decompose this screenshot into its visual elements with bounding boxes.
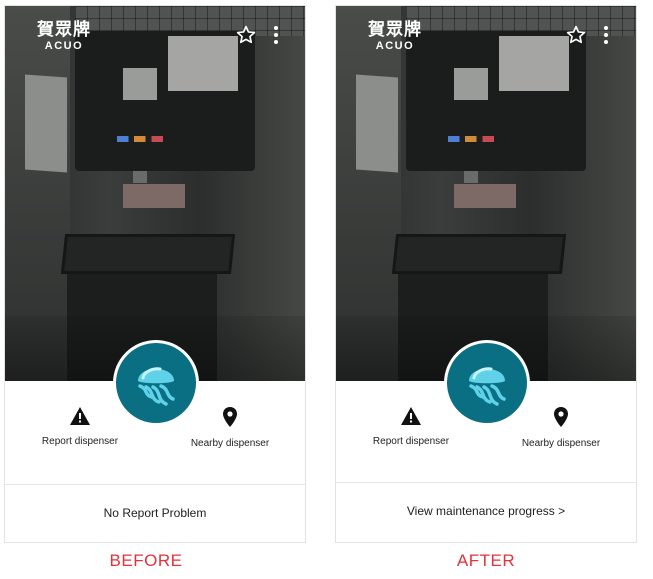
divider (5, 484, 305, 485)
dispenser-photo (5, 6, 305, 381)
jellyfish-icon (138, 367, 175, 406)
caption-after: AFTER (456, 551, 516, 570)
warning-icon (70, 407, 90, 425)
report-dispenser-label: Report dispenser (41, 436, 119, 447)
brand-name-en: ACUO (375, 40, 415, 52)
report-dispenser-button[interactable]: Report dispenser (356, 406, 466, 447)
divider (336, 482, 636, 483)
location-pin-icon (223, 407, 237, 427)
brand-name-en: ACUO (44, 40, 84, 52)
star-outline-icon[interactable] (235, 24, 257, 46)
more-vertical-icon[interactable] (271, 24, 281, 46)
brand-name-cn: 賀眾牌 (37, 20, 91, 40)
caption-before: BEFORE (109, 551, 183, 570)
no-report-problem-text[interactable]: No Report Problem (5, 506, 305, 520)
brand-name-cn: 賀眾牌 (368, 20, 422, 40)
nearby-dispenser-label: Nearby dispenser (190, 438, 270, 449)
nearby-dispenser-label: Nearby dispenser (521, 438, 601, 449)
app-screen-before: 賀眾牌 ACUO Report dispenser Nearby dispens… (4, 5, 306, 543)
dispenser-photo (336, 6, 636, 381)
nearby-dispenser-button[interactable]: Nearby dispenser (175, 406, 285, 449)
report-dispenser-label: Report dispenser (372, 436, 450, 447)
more-vertical-icon[interactable] (601, 24, 611, 46)
warning-icon (401, 407, 421, 425)
nearby-dispenser-button[interactable]: Nearby dispenser (506, 406, 616, 449)
jellyfish-icon (469, 367, 506, 406)
brand-logo: 賀眾牌 ACUO (31, 20, 97, 52)
app-screen-after: 賀眾牌 ACUO Report dispenser Nearby dispens… (335, 5, 637, 543)
mascot-badge (444, 340, 530, 426)
brand-logo: 賀眾牌 ACUO (362, 20, 428, 52)
star-outline-icon[interactable] (565, 24, 587, 46)
mascot-badge (113, 340, 199, 426)
view-maintenance-progress-link[interactable]: View maintenance progress > (336, 504, 636, 518)
report-dispenser-button[interactable]: Report dispenser (25, 406, 135, 447)
location-pin-icon (554, 407, 568, 427)
